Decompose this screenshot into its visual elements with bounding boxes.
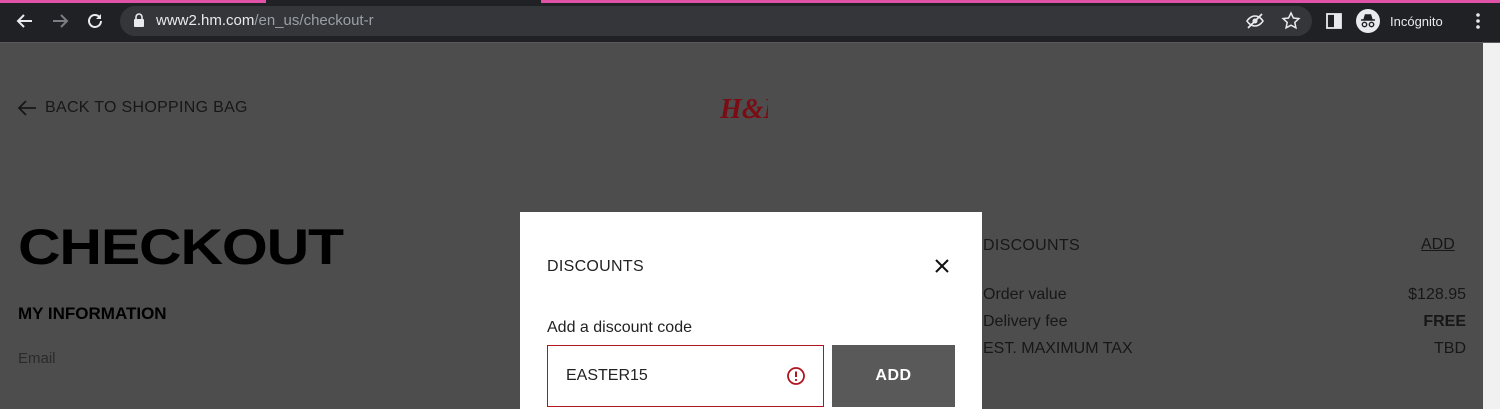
summary-row: Delivery fee FREE <box>983 313 1466 331</box>
add-discount-button[interactable]: ADD <box>832 345 955 407</box>
email-label: Email <box>18 350 56 367</box>
url-path: /en_us/checkout-r <box>254 12 374 29</box>
summary-discounts-label: DISCOUNTS <box>983 237 1080 254</box>
forward-arrow-icon[interactable] <box>48 9 72 33</box>
summary-row-label: EST. MAXIMUM TAX <box>983 340 1133 357</box>
eye-off-icon[interactable] <box>1245 11 1265 31</box>
summary-row-value: FREE <box>1423 313 1466 330</box>
modal-title: DISCOUNTS <box>547 258 644 275</box>
incognito-icon <box>1356 9 1380 33</box>
back-arrow-icon[interactable] <box>13 9 37 33</box>
side-panel-icon[interactable] <box>1324 11 1344 31</box>
discounts-modal: DISCOUNTS Add a discount code ADD <box>520 212 982 409</box>
star-icon[interactable] <box>1281 11 1301 31</box>
summary-row-value: $128.95 <box>1408 286 1466 303</box>
browser-toolbar: www2.hm.com/en_us/checkout-r Incógnito <box>0 0 1500 42</box>
discount-code-label: Add a discount code <box>547 319 692 336</box>
page-title: CHECKOUT <box>18 219 344 275</box>
tab-accent <box>0 0 266 3</box>
hm-logo[interactable]: H&M <box>718 88 768 128</box>
url-domain: www2.hm.com <box>156 12 255 29</box>
close-icon[interactable] <box>932 256 952 276</box>
more-menu-icon[interactable] <box>1468 11 1488 31</box>
incognito-profile[interactable]: Incógnito <box>1356 8 1443 34</box>
scrollbar[interactable] <box>1483 43 1500 409</box>
discount-code-input[interactable] <box>547 345 824 407</box>
back-to-bag-link[interactable]: BACK TO SHOPPING BAG <box>17 99 248 117</box>
error-icon <box>787 367 805 385</box>
tab-accent <box>541 0 1500 3</box>
summary-row: EST. MAXIMUM TAX TBD <box>983 340 1466 358</box>
summary-row-value: TBD <box>1434 340 1466 357</box>
back-link-label: BACK TO SHOPPING BAG <box>45 99 248 116</box>
summary-row-label: Order value <box>983 286 1067 303</box>
summary-add-link[interactable]: ADD <box>1421 236 1455 254</box>
section-heading: MY INFORMATION <box>18 304 167 323</box>
arrow-left-icon <box>17 100 36 116</box>
lock-icon <box>134 13 144 27</box>
reload-icon[interactable] <box>83 9 107 33</box>
profile-label: Incógnito <box>1390 13 1443 29</box>
summary-row-label: Delivery fee <box>983 313 1068 330</box>
url-text[interactable]: www2.hm.com/en_us/checkout-r <box>156 13 374 29</box>
svg-text:H&M: H&M <box>719 94 768 125</box>
summary-row: Order value $128.95 <box>983 286 1466 304</box>
